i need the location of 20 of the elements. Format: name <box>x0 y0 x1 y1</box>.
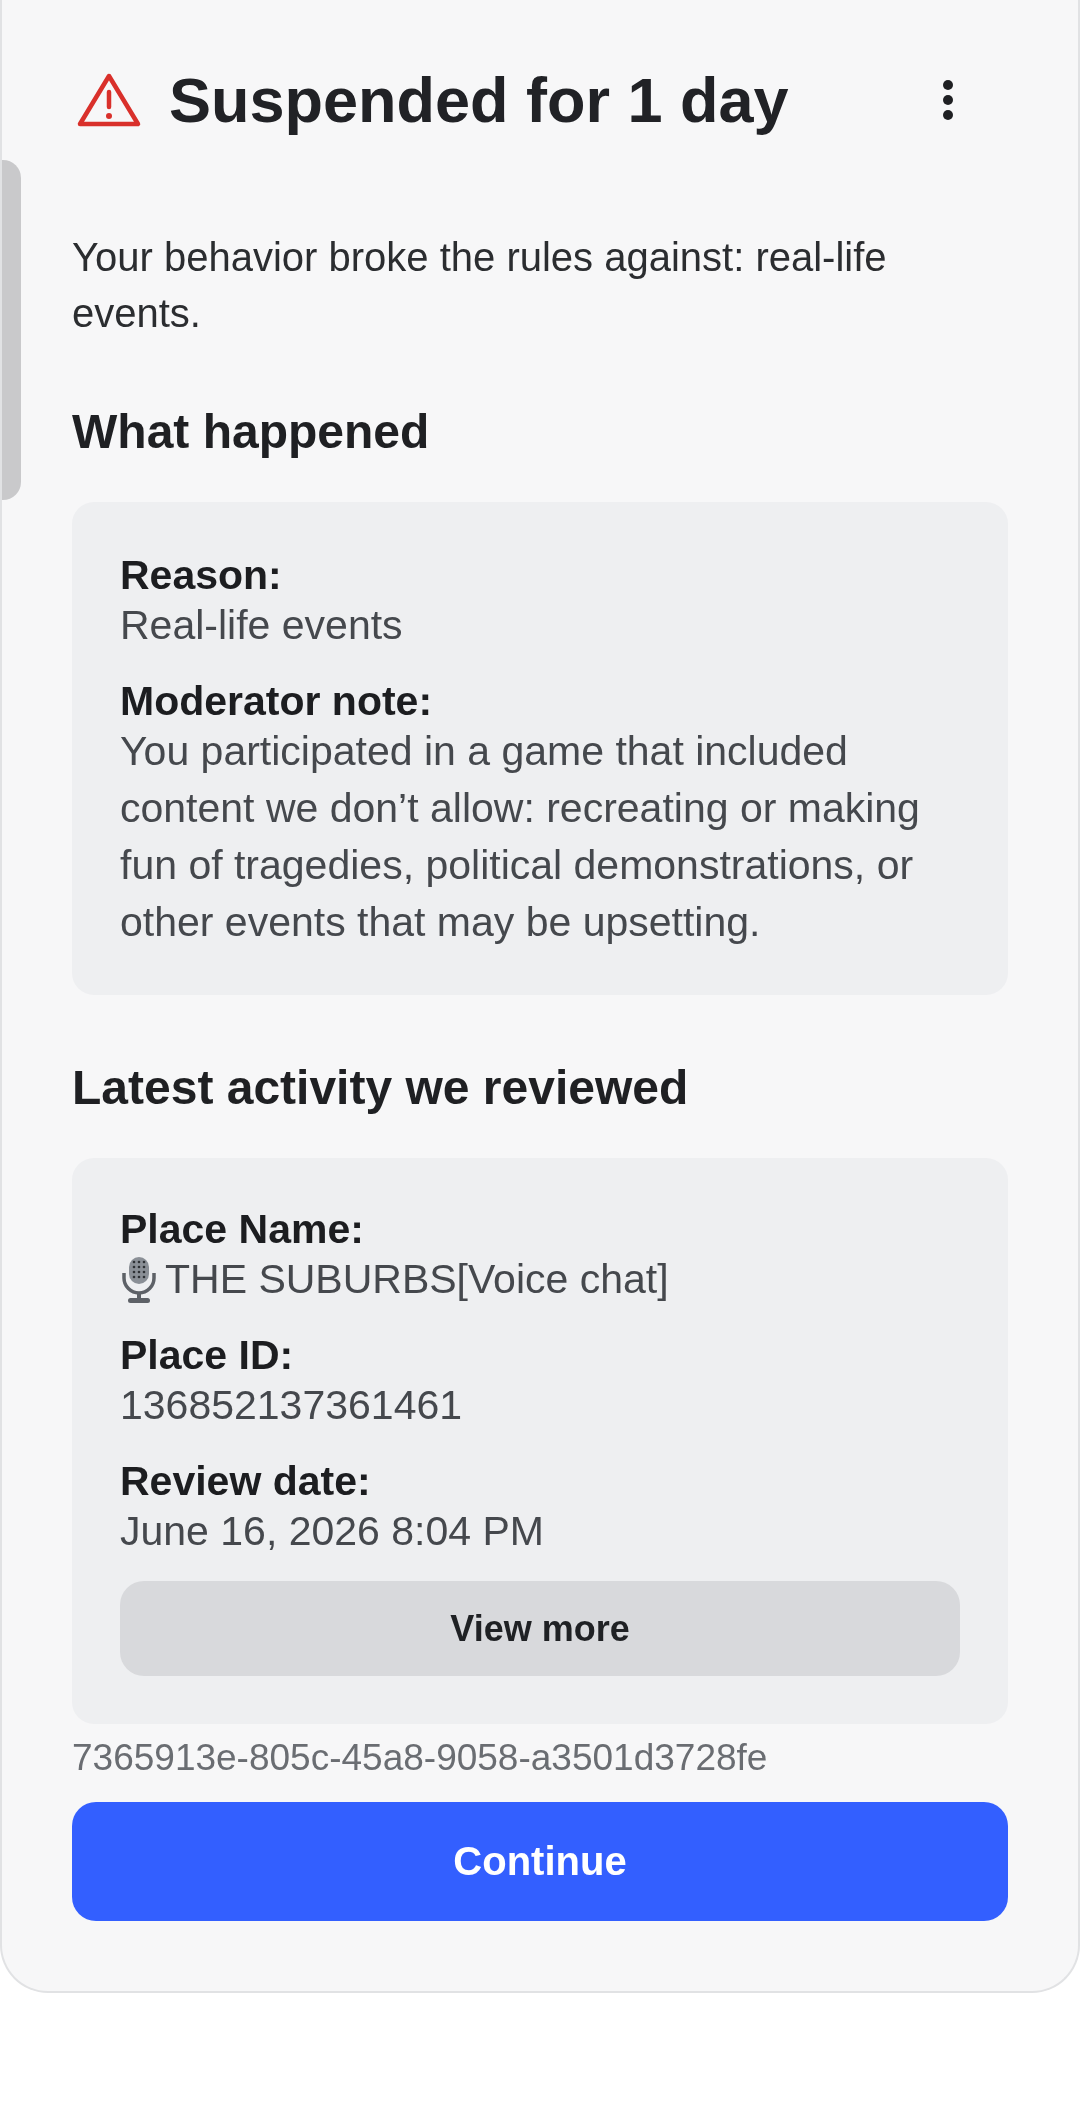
scrollbar-thumb[interactable] <box>2 160 21 500</box>
field-label: Place Name: <box>120 1208 365 1251</box>
field-value: THE SUBURBS[Voice chat] <box>165 1255 669 1304</box>
reference-id: 7365913e-805c-45a8-9058-a3501d3728fe <box>72 1736 769 1780</box>
section-heading: Latest activity we reviewed <box>72 1060 690 1116</box>
suspension-message: Your behavior broke the rules against: real-life events. <box>72 234 888 337</box>
field-label: Reason: <box>120 554 283 597</box>
field-label: Moderator note: <box>120 680 434 723</box>
microphone-icon <box>120 1256 158 1303</box>
field-value: Real-life events <box>120 601 404 650</box>
view-more-button[interactable]: View more <box>120 1581 960 1676</box>
dialog-title: Suspended for 1 day <box>169 64 789 137</box>
field-label: Review date: <box>120 1460 372 1503</box>
field-label: Place ID: <box>120 1334 295 1377</box>
warning-icon <box>76 72 142 128</box>
continue-button[interactable]: Continue <box>72 1802 1008 1921</box>
section-heading: What happened <box>72 404 431 460</box>
field-value: 136852137361461 <box>120 1381 464 1430</box>
field-value: June 16, 2026 8:04 PM <box>120 1507 545 1556</box>
field-value: You participated in a game that included content we don’t allow: recreating or making fun of tragedies, political demonstrations, or other events that may be upsetting. <box>120 727 921 947</box>
